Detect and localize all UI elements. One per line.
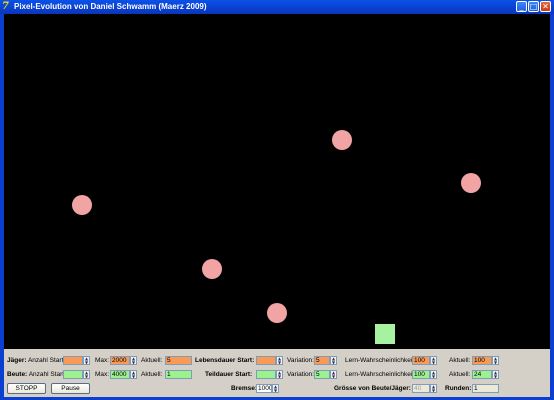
jaeger-variation-spinner[interactable]: ▲ ▼ [330, 356, 337, 365]
jaeger-lern-spinner[interactable]: ▲ ▼ [430, 356, 437, 365]
groesse-spinner: ▲ ▼ [430, 384, 437, 393]
beute-max-spinner[interactable]: ▲ ▼ [130, 370, 137, 379]
predator-pixel [72, 195, 92, 215]
jaeger-lern-label: Lern-Wahrscheinlichkeit: [345, 357, 416, 364]
predator-pixel [332, 130, 352, 150]
groesse-label: Grösse von Beute/Jäger: [334, 385, 411, 392]
beute-variation-spinner[interactable]: ▲ ▼ [330, 370, 337, 379]
jaeger-variation-label: Variation: [287, 357, 314, 364]
beute-aktuell-label: Aktuell: [141, 371, 163, 378]
teildauer-start-field[interactable] [256, 370, 276, 379]
runden-label: Runden: [445, 385, 472, 392]
beute-variation-label: Variation: [287, 371, 314, 378]
app-icon: 7 [2, 1, 9, 12]
beute-row-label: Beute: Anzahl Start: [7, 370, 66, 379]
simulation-canvas[interactable] [4, 14, 550, 349]
beute-lern-spinner[interactable]: ▲ ▼ [430, 370, 437, 379]
bremse-field[interactable]: 1000 [256, 384, 272, 393]
app-window: 7 Pixel-Evolution von Daniel Schwamm (Ma… [0, 0, 554, 400]
beute-anzahl-start-field[interactable] [63, 370, 83, 379]
window-title: Pixel-Evolution von Daniel Schwamm (Maer… [14, 2, 207, 11]
jaeger-max-field[interactable]: 2000 [110, 356, 130, 365]
jaeger-variation-field[interactable]: 5 [314, 356, 330, 365]
lebensdauer-start-field[interactable] [256, 356, 276, 365]
predator-pixel [461, 173, 481, 193]
jaeger-aktuell2-spinner[interactable]: ▲ ▼ [492, 356, 499, 365]
jaeger-aktuell-field[interactable]: 5 [165, 356, 192, 365]
title-bar[interactable]: 7 Pixel-Evolution von Daniel Schwamm (Ma… [0, 0, 554, 14]
groesse-field: 40 [412, 384, 430, 393]
window-frame-right [550, 14, 554, 400]
jaeger-anzahl-start-label: Anzahl Start: [27, 357, 66, 364]
beute-aktuell2-field[interactable]: 24 [472, 370, 492, 379]
beute-aktuell-field[interactable]: 1 [165, 370, 192, 379]
predator-pixel [202, 259, 222, 279]
bremse-spinner[interactable]: ▲ ▼ [272, 384, 279, 393]
jaeger-anzahl-start-field[interactable] [63, 356, 83, 365]
control-panel: Jäger: Anzahl Start: ▲ ▼ Max: 2000 ▲ ▼ Akt… [4, 349, 550, 397]
prey-pixel [375, 324, 395, 344]
jaeger-label: Jäger: [7, 357, 27, 364]
jaeger-aktuell-label: Aktuell: [141, 357, 163, 364]
beute-anzahl-start-label: Anzahl Start: [28, 371, 66, 378]
teildauer-start-spinner[interactable]: ▲ ▼ [276, 370, 283, 379]
pause-button[interactable]: Pause [51, 383, 90, 394]
beute-variation-field[interactable]: 5 [314, 370, 330, 379]
teildauer-start-label: Teildauer Start: [205, 371, 253, 378]
predator-pixel [267, 303, 287, 323]
beute-anzahl-start-spinner[interactable]: ▲ ▼ [83, 370, 90, 379]
jaeger-max-label: Max: [95, 357, 110, 364]
lebensdauer-start-label: Lebensdauer Start: [195, 357, 255, 364]
beute-lern-label: Lern-Wahrscheinlichkeit: [345, 371, 416, 378]
beute-max-field[interactable]: 4000 [110, 370, 130, 379]
jaeger-aktuell2-field[interactable]: 100 [472, 356, 492, 365]
jaeger-aktuell2-label: Aktuell: [449, 357, 471, 364]
beute-label: Beute: [7, 371, 28, 378]
maximize-button[interactable]: □ [528, 1, 539, 12]
minimize-button[interactable]: _ [516, 1, 527, 12]
jaeger-max-spinner[interactable]: ▲ ▼ [130, 356, 137, 365]
beute-lern-field[interactable]: 100 [412, 370, 430, 379]
beute-aktuell2-spinner[interactable]: ▲ ▼ [492, 370, 499, 379]
runden-field: 1 [472, 384, 499, 393]
lebensdauer-start-spinner[interactable]: ▲ ▼ [276, 356, 283, 365]
close-button[interactable]: ✕ [540, 1, 551, 12]
jaeger-row-label: Jäger: Anzahl Start: [7, 356, 65, 365]
stopp-button[interactable]: STOPP [7, 383, 46, 394]
beute-aktuell2-label: Aktuell: [449, 371, 471, 378]
jaeger-anzahl-start-spinner[interactable]: ▲ ▼ [83, 356, 90, 365]
jaeger-lern-field[interactable]: 100 [412, 356, 430, 365]
bremse-label: Bremse: [231, 385, 258, 392]
beute-max-label: Max: [95, 371, 110, 378]
